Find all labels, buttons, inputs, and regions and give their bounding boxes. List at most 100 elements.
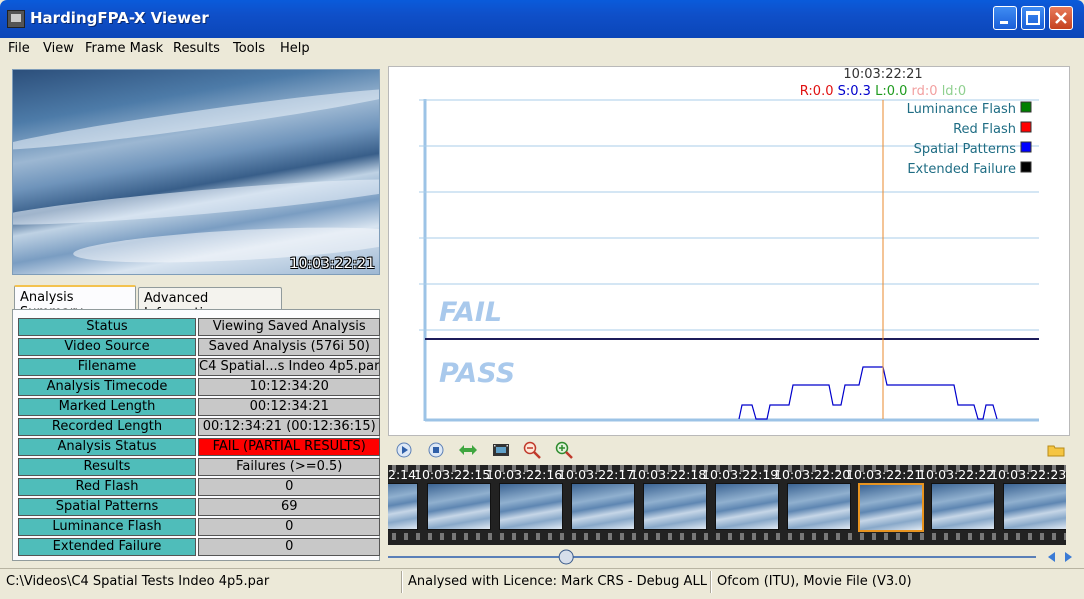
readout-ld: ld:0 (942, 84, 967, 99)
frame-timecode: 10:03:22:15 (414, 467, 491, 482)
fit-width-icon[interactable] (458, 440, 478, 460)
summary-key: Extended Failure (18, 538, 196, 556)
status-licence: Analysed with Licence: Mark CRS - Debug … (408, 574, 707, 589)
value-readout: R:0.0 S:0.3 L:0.0 rd:0 ld:0 (800, 84, 966, 99)
slider-thumb[interactable] (558, 549, 574, 565)
table-row: Red Flash 0 (18, 478, 381, 496)
pass-label: PASS (439, 358, 515, 389)
legend-swatch (1020, 161, 1032, 173)
table-row: Results Failures (>=0.5) (18, 458, 381, 476)
table-row: Luminance Flash 0 (18, 518, 381, 536)
table-row: Spatial Patterns 69 (18, 498, 381, 516)
table-row: Extended Failure 0 (18, 538, 381, 556)
menu-view[interactable]: View (43, 41, 74, 56)
status-bar: C:\Videos\C4 Spatial Tests Indeo 4p5.par… (0, 568, 1084, 599)
summary-value: Viewing Saved Analysis (198, 318, 381, 336)
table-row: Video Source Saved Analysis (576i 50) (18, 338, 381, 356)
legend-swatch (1020, 141, 1032, 153)
frame-thumbnail-selected[interactable] (858, 483, 924, 532)
summary-key: Spatial Patterns (18, 498, 196, 516)
fail-label: FAIL (439, 297, 502, 328)
playback-toolbar (388, 437, 1070, 463)
play-icon[interactable] (394, 440, 414, 460)
zoom-in-icon[interactable] (554, 440, 574, 460)
graph-legend: Luminance Flash Red Flash Spatial Patter… (907, 101, 1032, 177)
maximize-button[interactable] (1021, 6, 1045, 30)
gridlines (419, 99, 1039, 331)
frame-thumbnail[interactable] (499, 483, 563, 530)
frame-timecode: 10:03:22:19 (702, 467, 779, 482)
frame-timecode: 10:03:22:18 (630, 467, 707, 482)
minimize-icon (1000, 21, 1008, 24)
summary-value: Failures (>=0.5) (198, 458, 381, 476)
frame-timecode: 10:03:22:21 (846, 467, 923, 482)
menu-file[interactable]: File (8, 41, 30, 56)
frame-thumbnail[interactable] (388, 483, 418, 530)
status-file-path: C:\Videos\C4 Spatial Tests Indeo 4p5.par (6, 574, 270, 589)
app-icon (7, 10, 25, 28)
frame-timecode: 10:03:22:17 (558, 467, 635, 482)
frame-thumbnail[interactable] (571, 483, 635, 530)
summary-table: Status Viewing Saved Analysis Video Sourc… (16, 316, 382, 558)
readout-red: R:0.0 (800, 84, 834, 99)
legend-swatch (1020, 121, 1032, 133)
zoom-out-icon[interactable] (522, 440, 542, 460)
table-row: Analysis Status FAIL (PARTIAL RESULTS) (18, 438, 381, 456)
video-preview: 10:03:22:21 (12, 69, 380, 275)
summary-key: Luminance Flash (18, 518, 196, 536)
title-bar[interactable]: HardingFPA-X Viewer (0, 0, 1084, 38)
close-icon (1055, 12, 1067, 24)
menu-results[interactable]: Results (173, 41, 220, 56)
summary-value: 10:12:34:20 (198, 378, 381, 396)
table-row: Analysis Timecode 10:12:34:20 (18, 378, 381, 396)
frame-thumbnail[interactable] (931, 483, 995, 530)
summary-key: Marked Length (18, 398, 196, 416)
frame-thumbnail[interactable] (427, 483, 491, 530)
summary-key: Video Source (18, 338, 196, 356)
frame-thumbnail[interactable] (643, 483, 707, 530)
table-row: Status Viewing Saved Analysis (18, 318, 381, 336)
frame-thumbnail[interactable] (715, 483, 779, 530)
minimize-button[interactable] (993, 6, 1017, 30)
legend-spatial-patterns: Spatial Patterns (914, 142, 1017, 157)
analysis-status-value: FAIL (PARTIAL RESULTS) (198, 438, 381, 456)
summary-key: Filename (18, 358, 196, 376)
readout-spatial: S:0.3 (838, 84, 871, 99)
menu-frame-mask[interactable]: Frame Mask (85, 41, 163, 56)
summary-value: 0 (198, 538, 381, 556)
tab-analysis-summary[interactable]: Analysis Summary (14, 285, 136, 320)
frame-thumbnail[interactable] (787, 483, 851, 530)
close-button[interactable] (1049, 6, 1073, 30)
frame-timecode: 2:14 (388, 467, 417, 482)
menu-help[interactable]: Help (280, 41, 310, 56)
menu-bar: File View Frame Mask Results Tools Help (0, 38, 1084, 60)
summary-value: 0 (198, 518, 381, 536)
graph-canvas: FAIL PASS 10:03:22:21 R:0.0 S:0.3 L:0.0 … (419, 67, 1039, 422)
filmstrip[interactable]: 2:14 10:03:22:15 10:03:22:16 10:03:22:17… (388, 465, 1066, 545)
summary-value: 0 (198, 478, 381, 496)
frame-timecode: 10:03:22:22 (918, 467, 995, 482)
film-icon[interactable] (491, 440, 511, 460)
timeline-slider[interactable] (388, 549, 1084, 565)
frame-timecode: 10:03:22:16 (486, 467, 563, 482)
legend-extended-failure: Extended Failure (907, 162, 1016, 177)
video-timecode: 10:03:22:21 (289, 256, 375, 272)
summary-value: C4 Spatial...s Indeo 4p5.par (198, 358, 381, 376)
summary-key: Red Flash (18, 478, 196, 496)
cursor-timecode: 10:03:22:21 (843, 67, 922, 82)
menu-tools[interactable]: Tools (233, 41, 265, 56)
table-row: Marked Length 00:12:34:21 (18, 398, 381, 416)
legend-luminance-flash: Luminance Flash (907, 102, 1016, 117)
folder-icon[interactable] (1046, 440, 1066, 460)
scroll-left-icon[interactable] (1048, 552, 1055, 562)
legend-swatch (1020, 101, 1032, 113)
frame-thumbnail[interactable] (1003, 483, 1066, 530)
scroll-right-icon[interactable] (1065, 552, 1072, 562)
summary-value: 00:12:34:21 (198, 398, 381, 416)
summary-key: Analysis Status (18, 438, 196, 456)
summary-key: Recorded Length (18, 418, 196, 436)
tab-advanced-information[interactable]: Advanced Information (138, 287, 282, 321)
stop-icon[interactable] (426, 440, 446, 460)
frame-timecode: 10:03:22:23 (990, 467, 1066, 482)
analysis-graph[interactable]: FAIL PASS 10:03:22:21 R:0.0 S:0.3 L:0.0 … (388, 66, 1070, 436)
